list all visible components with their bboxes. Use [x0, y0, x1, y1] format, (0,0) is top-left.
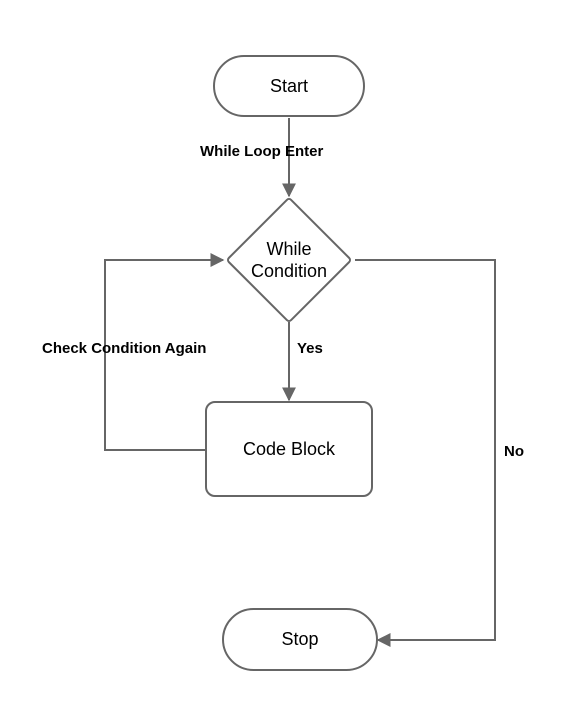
- condition-label: While Condition: [219, 215, 359, 305]
- code-block-node: Code Block: [205, 401, 373, 497]
- start-node: Start: [213, 55, 365, 117]
- edge-label-no: No: [504, 443, 524, 460]
- stop-label: Stop: [281, 629, 318, 650]
- stop-node: Stop: [222, 608, 378, 671]
- edge-label-enter: While Loop Enter: [200, 143, 323, 160]
- edge-label-yes: Yes: [297, 340, 323, 357]
- edge-label-check-again: Check Condition Again: [42, 340, 206, 357]
- code-block-label: Code Block: [243, 439, 335, 460]
- start-label: Start: [270, 76, 308, 97]
